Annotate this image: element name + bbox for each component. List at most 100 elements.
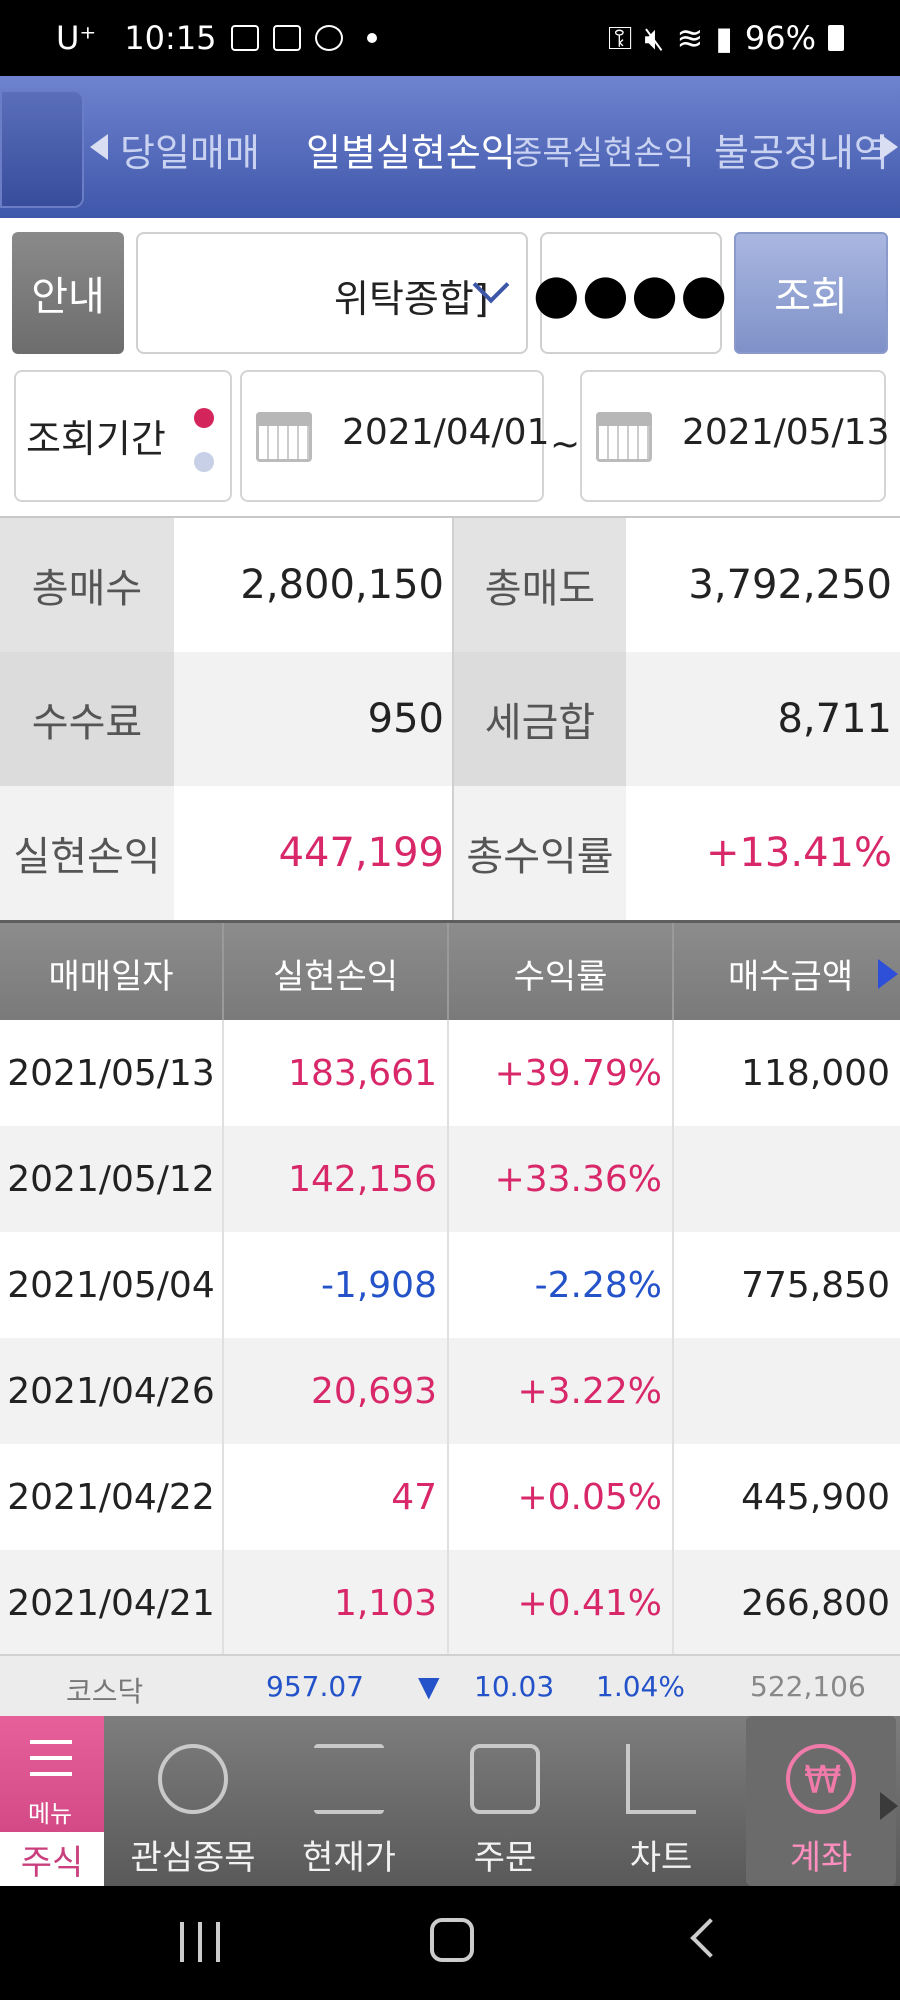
row-pl: 183,661 — [224, 1020, 449, 1126]
period-label: 조회기간 — [26, 417, 166, 461]
row-date: 2021/04/26 — [0, 1338, 224, 1444]
row-pl: 20,693 — [224, 1338, 449, 1444]
clock: 10:15 — [124, 19, 217, 57]
menu-label: 메뉴 — [28, 1800, 73, 1828]
nav-label: 계좌 — [789, 1838, 853, 1878]
row-rate: +0.05% — [449, 1444, 674, 1550]
nav-label: 주문 — [473, 1838, 537, 1878]
period-radio-unselected[interactable] — [194, 452, 214, 472]
ticker-change: 10.03 — [474, 1670, 555, 1703]
end-date-value: 2021/05/13 — [682, 412, 890, 453]
password-field[interactable]: ●●●● — [533, 232, 727, 354]
market-ticker[interactable]: 코스닥 957.07 ▼ 10.03 1.04% 522,106 — [0, 1654, 900, 1716]
fee-label: 수수료 — [0, 652, 174, 786]
nav-current-price[interactable]: 현재가 — [274, 1716, 424, 1886]
row-rate: +33.36% — [449, 1126, 674, 1232]
summary-row: 총매수 2,800,150 총매도 3,792,250 — [0, 518, 900, 652]
order-icon — [470, 1744, 540, 1814]
realized-pl-label: 실현손익 — [0, 786, 174, 920]
back-icon[interactable] — [690, 1918, 730, 1958]
ticker-percent: 1.04% — [596, 1670, 685, 1703]
table-row[interactable]: 2021/04/22 47 +0.05% 445,900 — [0, 1444, 900, 1550]
row-buy: 118,000 — [741, 1052, 890, 1094]
row-rate: -2.28% — [449, 1232, 674, 1338]
period-selector[interactable]: 조회기간 — [14, 370, 232, 502]
nav-chart[interactable]: 차트 — [586, 1716, 736, 1886]
wifi-icon: ≋ — [676, 19, 704, 57]
talk-icon — [314, 25, 343, 51]
won-symbol: ₩ — [804, 1758, 842, 1802]
battery-icon — [828, 25, 844, 51]
start-date-value: 2021/04/01 — [342, 412, 550, 453]
total-return-value: +13.41% — [626, 786, 900, 920]
nav-label: 관심종목 — [130, 1838, 256, 1878]
date-separator: ~ — [550, 424, 581, 465]
start-date-field[interactable]: 2021/04/01 — [240, 370, 550, 502]
row-date: 2021/05/13 — [0, 1020, 224, 1126]
col-return-rate[interactable]: 수익률 — [449, 923, 674, 1023]
table-row[interactable]: 2021/04/21 1,103 +0.41% 266,800 — [0, 1550, 900, 1656]
account-select[interactable]: 위탁종합] — [136, 232, 528, 354]
watchlist-icon — [158, 1744, 228, 1814]
row-date: 2021/05/04 — [0, 1232, 224, 1338]
tab-bar: 당일매매 일별실현손익 종목실현손익 불공정내역 — [0, 76, 900, 218]
battery-percent: 96% — [744, 19, 816, 57]
row-pl: 142,156 — [224, 1126, 449, 1232]
query-button[interactable]: 조회 — [734, 232, 888, 354]
table-row[interactable]: 2021/05/12 142,156 +33.36% — [0, 1126, 900, 1232]
end-date-field[interactable]: 2021/05/13 — [580, 370, 890, 502]
menu-button[interactable]: 메뉴 주식 — [0, 1716, 104, 1886]
row-buy — [674, 1126, 900, 1232]
col-buy-amount[interactable]: 매수금액 — [674, 923, 900, 1023]
row-rate: +0.41% — [449, 1550, 674, 1656]
down-arrow-icon: ▼ — [418, 1670, 440, 1703]
table-row[interactable]: 2021/04/26 20,693 +3.22% — [0, 1338, 900, 1444]
tax-value: 8,711 — [626, 652, 900, 786]
ticker-name: 코스닥 — [66, 1675, 144, 1708]
chart-icon — [626, 1744, 696, 1814]
tab-scroll-left-icon[interactable] — [90, 134, 108, 160]
back-button[interactable] — [0, 90, 84, 208]
col-trade-date[interactable]: 매매일자 — [0, 923, 224, 1023]
row-buy: 445,900 — [741, 1476, 890, 1518]
home-icon[interactable] — [430, 1918, 474, 1962]
tab-stock-realized-pl[interactable]: 종목실현손익 — [512, 126, 694, 174]
nav-scroll-right-icon[interactable] — [880, 1792, 898, 1820]
ticker-index: 957.07 — [266, 1670, 364, 1703]
tab-daily-realized-pl[interactable]: 일별실현손익 — [306, 122, 516, 177]
column-scroll-right-icon[interactable] — [878, 959, 898, 989]
table-row[interactable]: 2021/05/04 -1,908 -2.28% 775,850 — [0, 1232, 900, 1338]
nav-watchlist[interactable]: 관심종목 — [118, 1716, 268, 1886]
col-realized-pl[interactable]: 실현손익 — [224, 923, 449, 1023]
total-sell-value: 3,792,250 — [626, 518, 900, 652]
nav-order[interactable]: 주문 — [430, 1716, 580, 1886]
summary-row: 실현손익 447,199 총수익률 +13.41% — [0, 786, 900, 920]
realized-pl-value: 447,199 — [174, 786, 452, 920]
key-icon: ⚿ — [607, 18, 633, 57]
table-row[interactable]: 2021/05/13 183,661 +39.79% 118,000 — [0, 1020, 900, 1126]
row-date: 2021/05/12 — [0, 1126, 224, 1232]
gallery-icon — [230, 25, 259, 51]
row-buy: 266,800 — [741, 1582, 890, 1624]
calendar-icon — [256, 412, 312, 462]
stock-label[interactable]: 주식 — [0, 1832, 104, 1886]
guide-button[interactable]: 안내 — [12, 232, 124, 354]
nav-account[interactable]: ₩ 계좌 — [746, 1716, 896, 1886]
more-dot-icon — [366, 33, 377, 43]
current-price-icon — [314, 1744, 384, 1814]
tab-scroll-right-icon[interactable] — [880, 134, 898, 160]
notification-icon — [272, 25, 301, 51]
row-date: 2021/04/21 — [0, 1550, 224, 1656]
row-buy — [674, 1338, 900, 1444]
fee-value: 950 — [174, 652, 452, 786]
carrier-label: U⁺ — [56, 19, 97, 57]
tab-unfair-trades[interactable]: 불공정내역 — [714, 122, 889, 177]
recent-apps-icon[interactable] — [180, 1922, 220, 1962]
total-return-label: 총수익률 — [452, 786, 626, 920]
system-nav-bar — [0, 1886, 900, 2000]
tab-daily-trade[interactable]: 당일매매 — [120, 122, 260, 177]
period-radio-selected[interactable] — [194, 408, 214, 428]
summary-panel: 총매수 2,800,150 총매도 3,792,250 수수료 950 세금합 … — [0, 516, 900, 920]
status-bar: U⁺ 10:15 ⚿ 🔇︎ ≋ ▮ 96% — [0, 0, 900, 76]
account-number-mask — [138, 262, 334, 322]
